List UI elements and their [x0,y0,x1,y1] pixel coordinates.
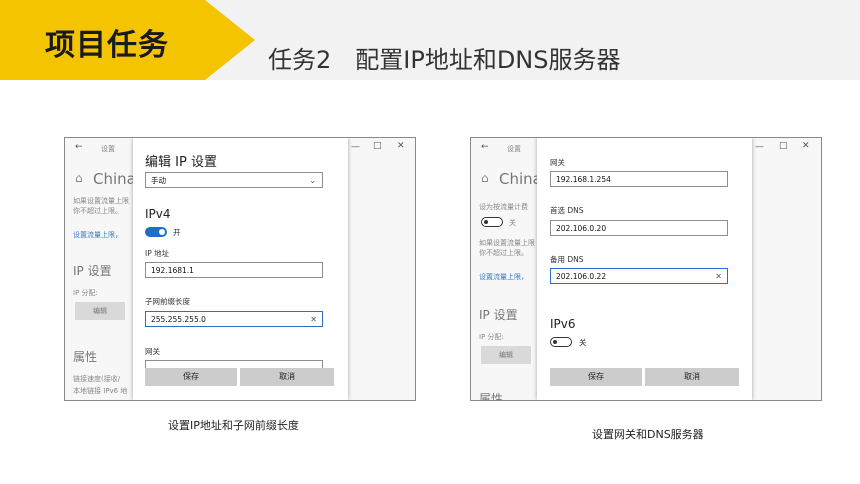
ip-assign-label: IP 分配: [479,333,504,341]
ipv6-toggle-label: 关 [579,338,587,347]
ip-mode-select[interactable]: 手动 ⌄ [145,172,323,188]
minimize-icon[interactable]: — [755,142,764,152]
header-tag-text: 项目任务 [45,28,169,63]
alternate-dns-label: 备用 DNS [550,255,584,264]
subnet-prefix-label: 子网前缀长度 [145,297,190,306]
clear-icon[interactable]: ✕ [715,269,722,285]
subnet-prefix-input[interactable]: 255.255.255.0 ✕ [145,311,323,327]
save-button[interactable]: 保存 [145,368,237,386]
data-limit-link[interactable]: 设置流量上限， [73,230,122,240]
network-name: China [499,170,542,188]
bg-desc-line2: 你不超过上限。 [73,207,122,215]
ipv6-heading: IPv6 [550,317,576,331]
alternate-dns-value: 202.106.0.22 [556,272,607,281]
home-icon: ⌂ [75,171,83,185]
back-arrow-icon[interactable]: ← [75,142,83,152]
right-caption: 设置网关和DNS服务器 [592,428,704,441]
edit-ip-dialog: 编辑 IP 设置 手动 ⌄ IPv4 开 IP 地址 192.1681.1 子网… [133,138,348,400]
cancel-button[interactable]: 取消 [645,368,739,386]
left-caption: 设置IP地址和子网前缀长度 [168,419,299,432]
settings-title: 设置 [101,145,115,153]
bg-desc-line1: 如果设置流量上限 [73,197,129,205]
ipv4-toggle-label: 开 [173,228,181,237]
left-screenshot-window: ← 设置 — □ ✕ ⌂ China 如果设置流量上限 你不超过上限。 设置流量… [64,137,416,401]
ip-assign-label: IP 分配: [73,289,98,297]
ip-address-label: IP 地址 [145,249,170,258]
ip-address-input[interactable]: 192.1681.1 [145,262,323,278]
gateway-label: 网关 [550,158,565,167]
page-title: 任务2 配置IP地址和DNS服务器 [268,46,621,74]
dialog-title: 编辑 IP 设置 [145,155,217,170]
settings-title: 设置 [507,145,521,153]
metered-toggle-label: 关 [509,219,516,227]
metered-line: 设为按流量计费 [479,203,528,211]
preferred-dns-label: 首选 DNS [550,206,584,215]
ip-mode-value: 手动 [151,176,166,185]
ipv4-toggle[interactable] [145,227,167,237]
edit-button[interactable]: 编辑 [481,346,531,364]
ip-settings-heading: IP 设置 [73,264,112,278]
subnet-prefix-value: 255.255.255.0 [151,315,206,324]
close-icon[interactable]: ✕ [397,141,405,151]
properties-heading: 属性 [73,350,98,364]
prop-line2: 本地链接 IPv6 地 [73,387,128,395]
chevron-down-icon: ⌄ [309,176,316,185]
ipv4-heading: IPv4 [145,207,171,221]
gateway-input[interactable]: 192.168.1.254 [550,171,728,187]
maximize-icon[interactable]: □ [373,141,382,151]
edit-button[interactable]: 编辑 [75,302,125,320]
right-screenshot-window: ← 设置 — □ ✕ ⌂ China 设为按流量计费 关 如果设置流量上限 你不… [470,137,822,401]
close-icon[interactable]: ✕ [802,141,810,151]
bg-desc-line1: 如果设置流量上限 [479,239,535,247]
gateway-label: 网关 [145,347,160,356]
metered-toggle[interactable] [481,217,503,227]
clear-icon[interactable]: ✕ [310,312,317,328]
back-arrow-icon[interactable]: ← [481,142,489,152]
data-limit-link[interactable]: 设置流量上限， [479,272,528,282]
ipv6-toggle[interactable] [550,337,572,347]
alternate-dns-input[interactable]: 202.106.0.22 ✕ [550,268,728,284]
properties-heading: 属性 [479,392,504,401]
prop-line1: 链接速度(接收/ [73,375,121,383]
save-button[interactable]: 保存 [550,368,642,386]
bg-desc-line2: 你不超过上限。 [479,249,528,257]
network-name: China [93,170,136,188]
preferred-dns-input[interactable]: 202.106.0.20 [550,220,728,236]
home-icon: ⌂ [481,171,489,185]
minimize-icon[interactable]: — [351,142,360,152]
edit-ip-dialog: 网关 192.168.1.254 首选 DNS 202.106.0.20 备用 … [537,138,752,400]
cancel-button[interactable]: 取消 [240,368,334,386]
ip-settings-heading: IP 设置 [479,308,518,322]
maximize-icon[interactable]: □ [779,141,788,151]
